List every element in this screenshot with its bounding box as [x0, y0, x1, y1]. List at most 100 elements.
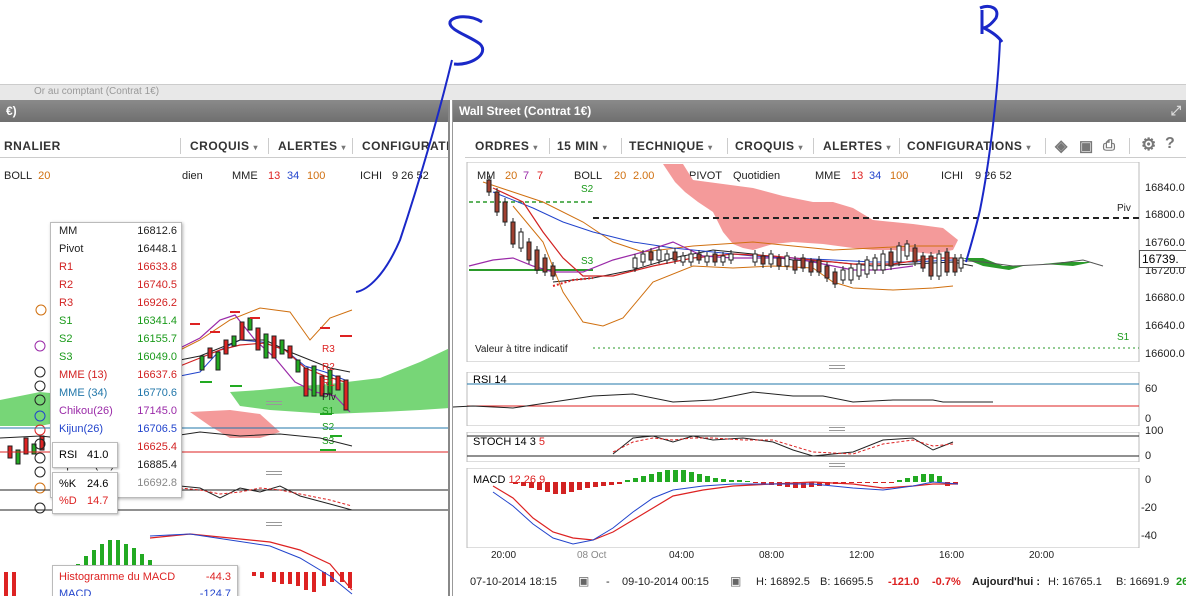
macd-bar [913, 476, 918, 482]
macd-bar [681, 470, 686, 482]
candle-body [880, 253, 886, 271]
time-tick-2: 04:00 [669, 550, 695, 561]
tooltip-row-value: 16448.1 [137, 243, 177, 255]
tooltip-row-value: 16637.6 [137, 369, 177, 381]
left-panel-divider-3[interactable] [266, 521, 282, 527]
status-to-date[interactable]: 09-10-2014 00:15 [622, 576, 709, 588]
candle-body [864, 259, 870, 275]
candle-body [680, 255, 686, 263]
candle-body [768, 253, 774, 265]
candle-body [728, 253, 734, 261]
toolbar-timeframe[interactable]: 15 MIN ▾ [557, 139, 607, 153]
candle-body [958, 257, 964, 269]
left-toolbar-item-config[interactable]: CONFIGURATI [362, 139, 448, 153]
status-from-date[interactable]: 07-10-2014 18:15 [470, 576, 557, 588]
tooltip-row-value: 16341.4 [137, 315, 177, 327]
calendar-to-icon[interactable]: ▣ [730, 574, 741, 588]
status-extra: 26 [1176, 576, 1186, 588]
candle-body [872, 257, 878, 271]
macd-bar [657, 472, 662, 482]
candle-body [648, 251, 654, 261]
left-toolbar-item-0[interactable]: RNALIER [4, 139, 61, 153]
candle-body [888, 251, 894, 267]
stoch-panel [466, 432, 1140, 462]
tooltip-row-name: MM [59, 225, 78, 237]
expand-icon[interactable]: ⤢ [1171, 100, 1181, 122]
label-s2: S2 [581, 184, 594, 195]
left-chart-label-r3: R3 [322, 344, 335, 355]
tooltip-row-value: 16155.7 [137, 333, 177, 345]
background-row-text: Or au comptant (Contrat 1€) [34, 86, 160, 97]
left-toolbar: RNALIER CROQUIS ▾ ALERTES ▾ CONFIGURATI [0, 134, 448, 158]
candle-body [936, 253, 942, 277]
stoch-value-box: %K 24.6 %D 14.7 [52, 472, 118, 514]
macd-bar [593, 482, 598, 487]
left-panel-divider-1[interactable] [266, 400, 282, 406]
tooltip-row-value: 16633.8 [137, 261, 177, 273]
tooltip-row: Chikou(26) 17145.0 [59, 405, 177, 423]
macd-bar [721, 479, 726, 482]
help-icon[interactable]: ? [1165, 135, 1175, 153]
annotation-r-letter [979, 4, 1004, 43]
tooltip-row-name: S1 [59, 315, 73, 327]
macd-label: MACD 12 26 9 [473, 474, 546, 486]
right-window-title[interactable]: Wall Street (Contrat 1€) ⤢ [453, 100, 1186, 122]
toolbar-alertes[interactable]: ALERTES ▾ [823, 139, 891, 153]
candle-body [904, 243, 910, 257]
tooltip-row: MME (13) 16637.6 [59, 369, 177, 387]
print-icon[interactable]: ⎙ [1103, 137, 1116, 154]
tooltip-row-name: R2 [59, 279, 74, 291]
candle-body [696, 253, 702, 261]
image-icon[interactable]: ▣ [1079, 137, 1094, 155]
time-tick-0: 20:00 [491, 550, 517, 561]
left-panel-divider-2[interactable] [266, 470, 282, 476]
status-change: -121.0 [888, 576, 920, 588]
left-window-title[interactable]: €) [0, 100, 448, 122]
left-toolbar-item-croquis[interactable]: CROQUIS ▾ [190, 139, 258, 153]
macd-bar [849, 482, 854, 483]
macd-axis-0: 0 [1145, 474, 1152, 486]
tooltip-row-value: 16885.4 [137, 459, 177, 471]
macd-bar [889, 482, 894, 483]
candle-body [704, 255, 710, 263]
tooltip-row-name: R3 [59, 297, 74, 309]
gear-icon[interactable]: ⚙ [1141, 135, 1157, 155]
macd-bar [753, 482, 758, 483]
annotation-s-letter [448, 15, 484, 66]
stoch-label: STOCH 14 3 5 [473, 436, 545, 448]
price-tick-4: 16680.0 [1145, 292, 1185, 304]
tooltip-row: Kijun(26) 16706.5 [59, 423, 177, 441]
macd-bar [873, 482, 878, 483]
candle-body [688, 253, 694, 263]
macd-value-box: Histogramme du MACD -44.3 MACD -124.7 [52, 565, 238, 596]
status-change-pct: -0.7% [932, 576, 961, 588]
candle-body [494, 191, 500, 213]
kumo-cloud-green [963, 258, 1023, 270]
stoch-axis-100: 100 [1145, 425, 1164, 437]
current-price-tag: 16739. [1139, 250, 1186, 268]
candle-body [792, 259, 798, 271]
candle-body [912, 247, 918, 263]
candle-body [534, 249, 540, 271]
status-today-label: Aujourd'hui : [972, 576, 1040, 588]
macd-bar [609, 482, 614, 485]
panel-divider-rsi[interactable] [829, 364, 845, 370]
candle-body [656, 249, 662, 261]
tooltip-row: Pivot 16448.1 [59, 243, 177, 261]
status-dash: - [606, 576, 610, 588]
candle-body [664, 253, 670, 261]
toolbar-configurations[interactable]: CONFIGURATIONS ▾ [907, 139, 1031, 153]
macd-panel [466, 468, 1140, 548]
label-s1: S1 [1117, 332, 1130, 343]
toolbar-ordres[interactable]: ORDRES ▾ [475, 139, 538, 153]
candle-body [526, 241, 532, 261]
left-toolbar-item-alertes[interactable]: ALERTES ▾ [278, 139, 346, 153]
toolbar-croquis[interactable]: CROQUIS ▾ [735, 139, 803, 153]
macd-bar [857, 482, 862, 483]
layers-icon[interactable]: ◈ [1055, 136, 1068, 156]
calendar-from-icon[interactable]: ▣ [578, 574, 589, 588]
macd-bar [865, 482, 870, 483]
status-today-low: B: 16691.9 [1116, 576, 1170, 588]
toolbar-technique[interactable]: TECHNIQUE ▾ [629, 139, 713, 153]
macd-bar [737, 480, 742, 482]
